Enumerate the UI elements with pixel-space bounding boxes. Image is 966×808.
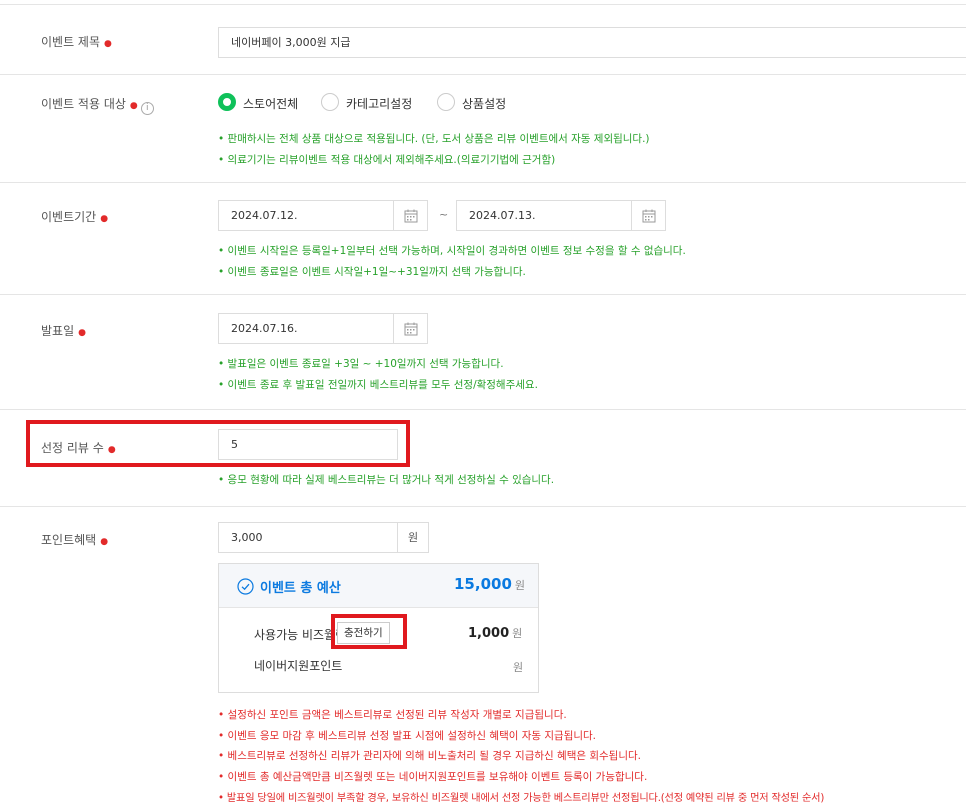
budget-total-unit: 원	[514, 579, 526, 592]
announce-label: 발표일 ●	[41, 324, 86, 338]
period-start-calendar-button[interactable]	[394, 200, 428, 231]
divider	[0, 74, 966, 75]
divider	[0, 294, 966, 295]
period-help-2: • 이벤트 종료일은 이벤트 시작일+1일~+31일까지 선택 가능합니다.	[218, 266, 526, 278]
divider	[0, 409, 966, 410]
bizwallet-amount: 1,000 원	[468, 625, 522, 641]
period-help-1: • 이벤트 시작일은 등록일+1일부터 선택 가능하며, 시작일이 경과하면 이…	[218, 245, 686, 257]
radio-product[interactable]	[437, 93, 455, 111]
period-separator: ~	[439, 208, 449, 221]
reviews-help-1: • 응모 현황에 따라 실제 베스트리뷰는 더 많거나 적게 선정하실 수 있습…	[218, 474, 555, 486]
divider	[0, 182, 966, 183]
budget-total-value: 15,000	[454, 575, 512, 593]
announce-help-1: • 발표일은 이벤트 종료일 +3일 ~ +10일까지 선택 가능합니다.	[218, 358, 504, 370]
required-mark: ●	[129, 101, 138, 111]
check-circle-icon	[237, 578, 254, 595]
highlight-box-reviews	[26, 420, 410, 467]
required-mark: ●	[100, 537, 109, 547]
required-mark: ●	[100, 214, 109, 224]
points-label: 포인트혜택 ●	[41, 533, 109, 547]
announce-help-2: • 이벤트 종료 후 발표일 전일까지 베스트리뷰를 모두 선정/확정해주세요.	[218, 379, 538, 391]
period-end-calendar-button[interactable]	[632, 200, 666, 231]
radio-label-product[interactable]: 상품설정	[462, 95, 506, 112]
divider	[0, 506, 966, 507]
info-icon[interactable]: i	[140, 102, 154, 115]
title-input[interactable]: 네이버페이 3,000원 지급	[218, 27, 966, 58]
required-mark: ●	[104, 39, 112, 49]
points-help-3: • 베스트리뷰로 선정하신 리뷰가 관리자에 의해 비노출처리 될 경우 지급하…	[218, 750, 641, 762]
points-help-2: • 이벤트 응모 마감 후 베스트리뷰 선정 발표 시점에 설정하신 혜택이 자…	[218, 730, 597, 742]
target-label: 이벤트 적용 대상 ● i	[41, 95, 154, 115]
period-start-input[interactable]: 2024.07.12.	[218, 200, 394, 231]
radio-label-category[interactable]: 카테고리설정	[346, 95, 412, 112]
highlight-box-charge	[331, 614, 407, 649]
radio-category[interactable]	[321, 93, 339, 111]
top-divider	[0, 4, 966, 5]
points-input[interactable]: 3,000	[218, 522, 398, 553]
radio-label-store-all[interactable]: 스토어전체	[243, 95, 298, 112]
target-help-2: • 의료기기는 리뷰이벤트 적용 대상에서 제외해주세요.(의료기기법에 근거함…	[218, 154, 556, 166]
period-end-input[interactable]: 2024.07.13.	[456, 200, 632, 231]
calendar-icon	[642, 209, 656, 223]
calendar-icon	[404, 209, 418, 223]
target-help-1: • 판매하시는 전체 상품 대상으로 적용됩니다. (단, 도서 상품은 리뷰 …	[218, 133, 650, 145]
calendar-icon	[404, 322, 418, 336]
period-label: 이벤트기간 ●	[41, 210, 109, 224]
announce-date-input[interactable]: 2024.07.16.	[218, 313, 394, 344]
required-mark: ●	[78, 328, 86, 338]
naver-points-unit: 원	[513, 661, 524, 674]
points-unit: 원	[397, 522, 429, 553]
budget-header: 이벤트 총 예산 15,000 원	[219, 564, 538, 608]
announce-calendar-button[interactable]	[394, 313, 428, 344]
bizwallet-unit: 원	[512, 627, 523, 640]
budget-total: 15,000 원	[454, 575, 525, 593]
title-label: 이벤트 제목 ●	[41, 35, 112, 49]
points-help-4: • 이벤트 총 예산금액만큼 비즈월렛 또는 네이버지원포인트를 보유해야 이벤…	[218, 771, 648, 783]
radio-store-all[interactable]	[218, 93, 236, 111]
points-help-5: • 발표일 당일에 비즈월렛이 부족할 경우, 보유하신 비즈월렛 내에서 선정…	[218, 793, 825, 804]
naver-points-label: 네이버지원포인트	[254, 659, 343, 673]
budget-title: 이벤트 총 예산	[260, 581, 341, 596]
points-help-1: • 설정하신 포인트 금액은 베스트리뷰로 선정된 리뷰 작성자 개별로 지급됩…	[218, 709, 567, 721]
bizwallet-value: 1,000	[468, 626, 510, 641]
